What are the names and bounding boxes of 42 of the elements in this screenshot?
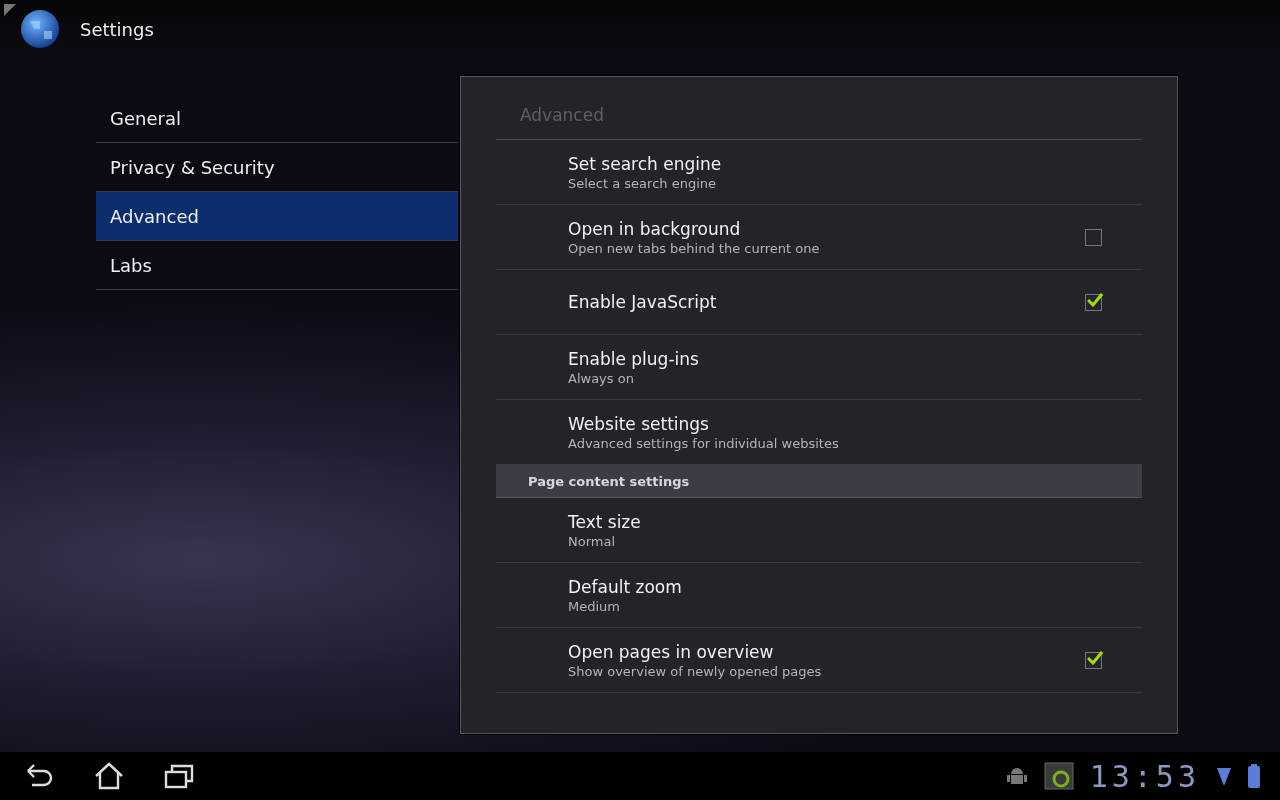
checkbox[interactable] xyxy=(1085,228,1102,246)
row-summary: Always on xyxy=(568,370,635,386)
row-title: Enable plug-ins xyxy=(568,348,700,369)
settings-row[interactable]: Text size Normal xyxy=(496,498,1142,563)
settings-row[interactable]: Enable JavaScript xyxy=(496,270,1142,335)
panel-title: Advanced xyxy=(496,77,1142,140)
row-title: Open in background xyxy=(568,218,742,239)
settings-row[interactable]: Open in background Open new tabs behind the current one xyxy=(496,205,1142,270)
row-title: Set search engine xyxy=(568,153,723,174)
row-title: Open pages in overview xyxy=(568,641,775,662)
row-summary: Show overview of newly opened pages xyxy=(568,663,823,679)
robot-icon[interactable] xyxy=(1005,765,1028,787)
checkbox[interactable] xyxy=(1085,293,1102,311)
row-summary: Select a search engine xyxy=(568,175,717,191)
recent-apps-icon[interactable] xyxy=(164,763,194,789)
section-header: Page content settings xyxy=(496,465,1142,498)
row-summary: Advanced settings for individual websites xyxy=(568,435,840,451)
checkbox[interactable] xyxy=(1085,651,1102,669)
row-title: Text size xyxy=(568,511,642,532)
row-summary: Open new tabs behind the current one xyxy=(568,240,821,256)
globe-icon[interactable] xyxy=(20,9,60,49)
row-title: Website settings xyxy=(568,413,710,434)
row-title: Default zoom xyxy=(568,576,683,597)
browser-sync-icon[interactable] xyxy=(1043,762,1074,790)
check-icon xyxy=(1087,650,1103,665)
clock-time[interactable]: 13:53 xyxy=(1089,758,1200,794)
back-icon[interactable] xyxy=(24,763,54,789)
row-summary: Medium xyxy=(568,598,621,614)
row-summary: Normal xyxy=(568,533,617,549)
sidebar-item[interactable]: Labs xyxy=(96,241,458,290)
settings-row[interactable]: Default zoom Medium xyxy=(496,563,1142,628)
settings-row[interactable]: Set search engine Select a search engine xyxy=(496,140,1142,205)
wifi-signal-icon xyxy=(1216,765,1232,787)
settings-row[interactable]: Enable plug-ins Always on xyxy=(496,335,1142,400)
sidebar-item[interactable]: Advanced xyxy=(96,192,458,241)
settings-row[interactable]: Open pages in overview Show overview of newly opened pages xyxy=(496,628,1142,693)
home-icon[interactable] xyxy=(94,762,124,790)
app-title: Settings xyxy=(80,18,154,40)
row-title: Enable JavaScript xyxy=(568,292,718,312)
sidebar-item[interactable]: General xyxy=(96,94,458,143)
battery-icon xyxy=(1248,764,1260,788)
check-icon xyxy=(1087,292,1103,307)
